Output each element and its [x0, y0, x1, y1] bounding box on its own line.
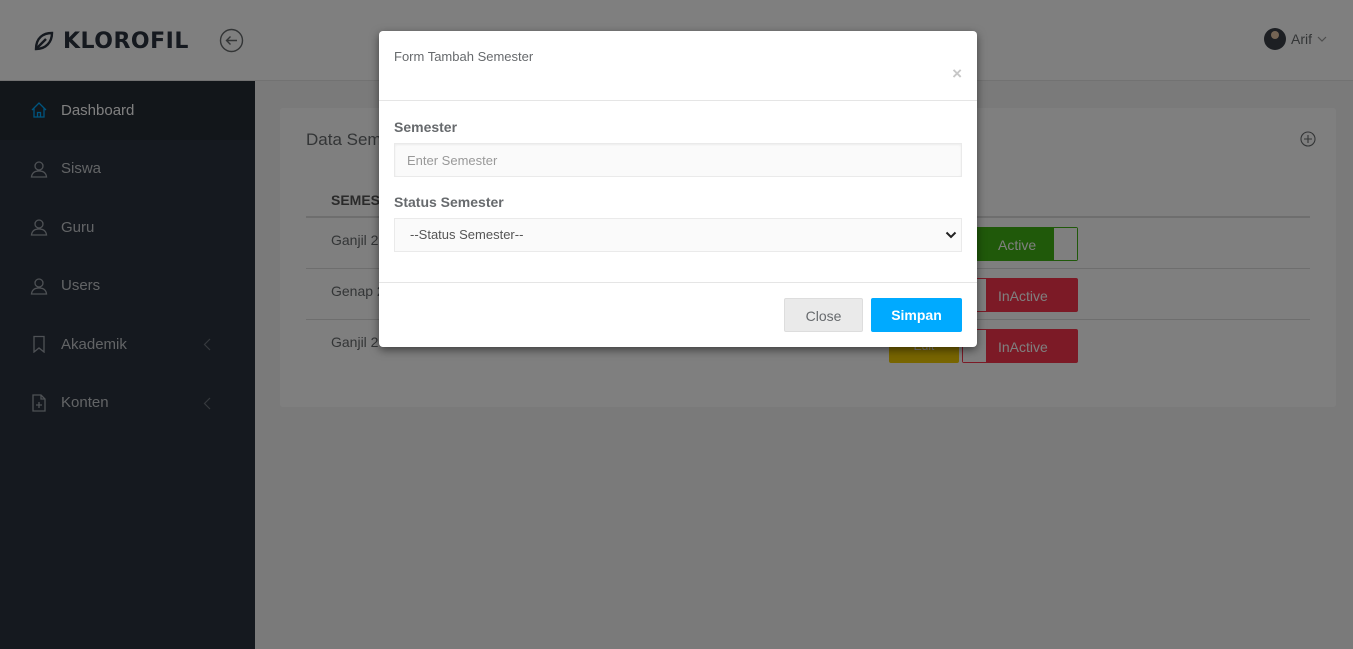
semester-form-group: Semester: [394, 119, 962, 177]
chevron-down-icon: [945, 231, 957, 239]
status-semester-label: Status Semester: [394, 194, 504, 210]
close-icon[interactable]: ×: [952, 65, 962, 82]
status-semester-select[interactable]: --Status Semester--: [394, 218, 962, 252]
select-value: --Status Semester--: [410, 227, 524, 242]
modal-body: Semester Status Semester --Status Semest…: [379, 101, 977, 283]
semester-input[interactable]: [394, 143, 962, 177]
semester-label: Semester: [394, 119, 458, 135]
close-button[interactable]: Close: [784, 298, 863, 332]
add-semester-modal: Form Tambah Semester × Semester Status S…: [379, 31, 977, 347]
modal-header: Form Tambah Semester ×: [379, 31, 977, 101]
save-button[interactable]: Simpan: [871, 298, 962, 332]
modal-title: Form Tambah Semester: [394, 49, 534, 64]
modal-footer: Close Simpan: [379, 283, 977, 346]
status-form-group: Status Semester --Status Semester--: [394, 194, 962, 252]
